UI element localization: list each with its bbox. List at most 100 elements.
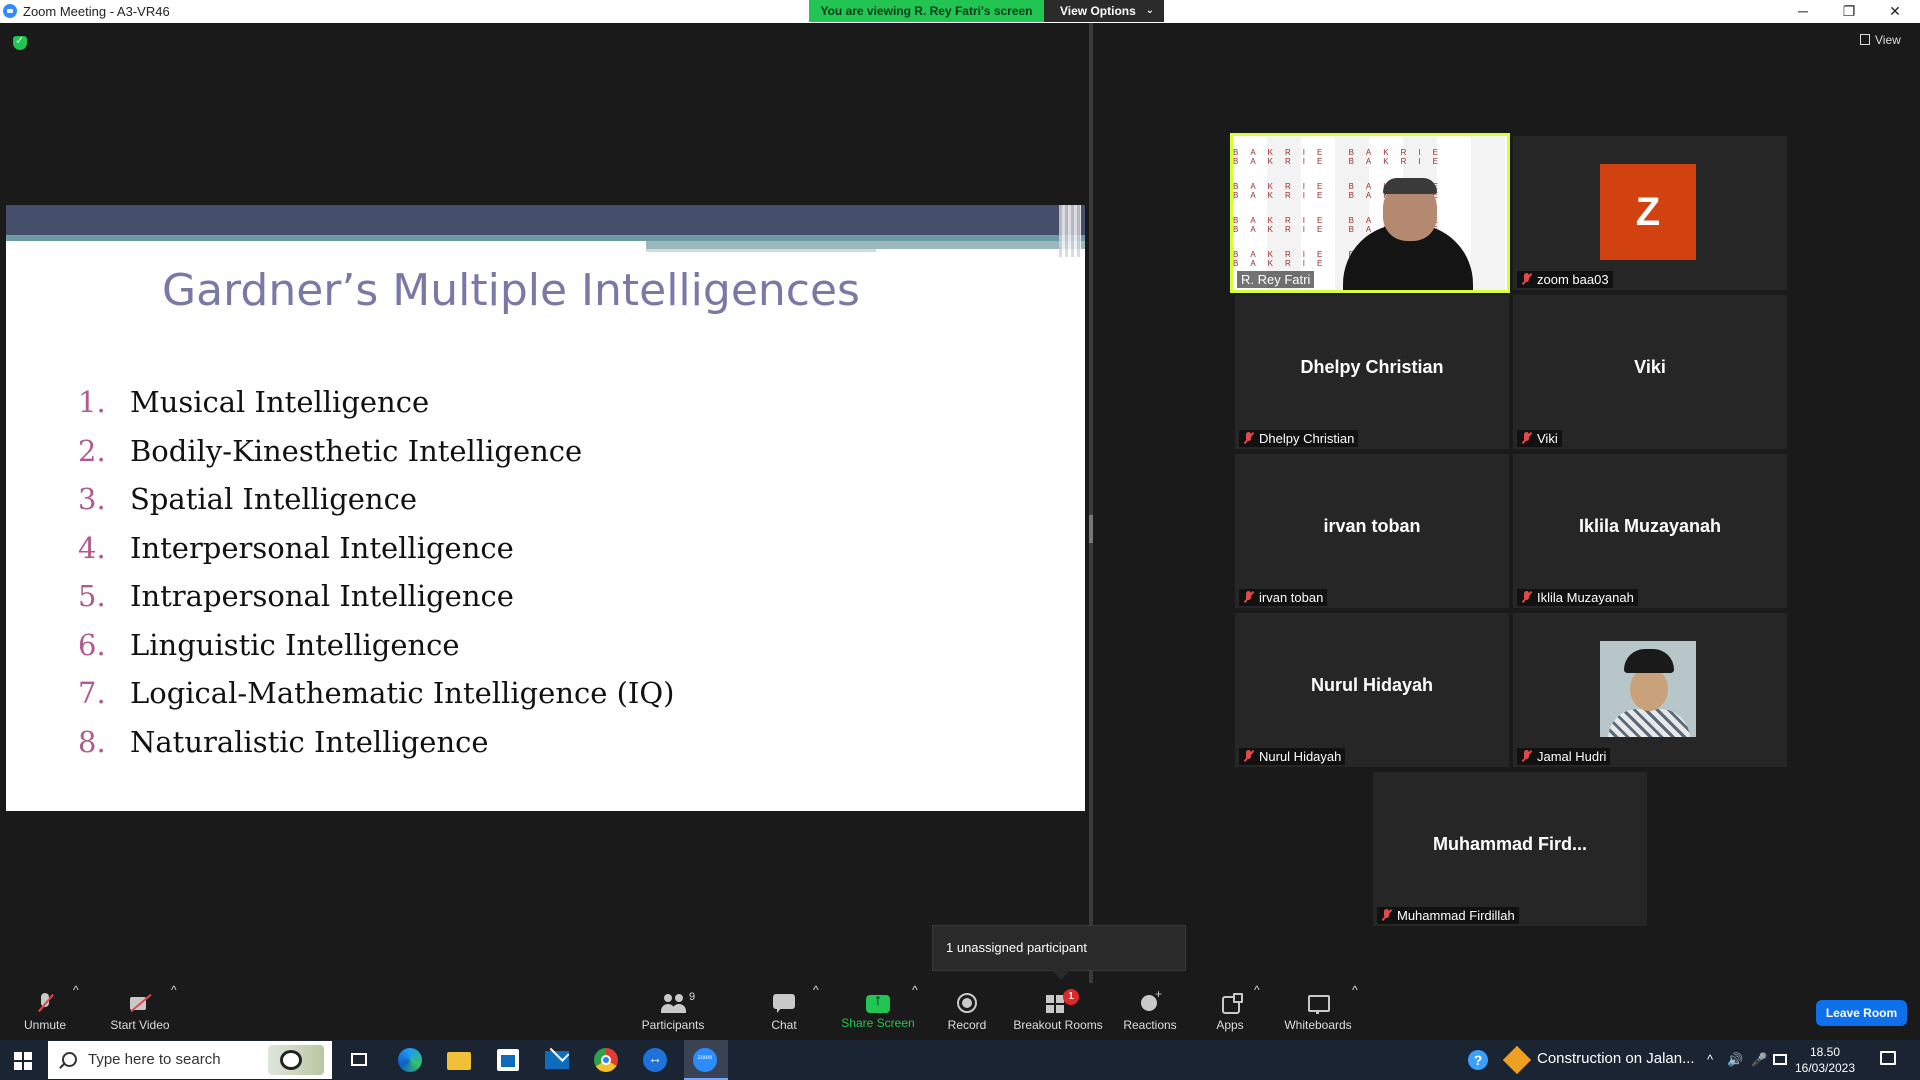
audio-options-caret[interactable]: ^ xyxy=(73,983,79,1040)
list-text: Interpersonal Intelligence xyxy=(130,530,514,565)
apps-options-caret[interactable]: ^ xyxy=(1254,983,1260,1040)
chat-options-caret[interactable]: ^ xyxy=(813,983,819,1040)
whiteboards-button[interactable]: Whiteboards xyxy=(1282,983,1354,1040)
video-tile-rey-fatri[interactable]: BAKRIE BAKRIE BAKRIE BAKRIE BAKRIE BAKRI… xyxy=(1230,133,1510,293)
minimize-button[interactable]: ─ xyxy=(1780,0,1826,23)
notification-center-icon[interactable] xyxy=(1880,1051,1896,1065)
slide-header-band xyxy=(646,249,876,252)
edge-browser-icon[interactable] xyxy=(398,1048,422,1072)
list-number: 4. xyxy=(78,530,106,565)
record-button[interactable]: Record xyxy=(942,983,992,1040)
video-tile-dhelpy-christian[interactable]: Dhelpy Christian Dhelpy Christian xyxy=(1235,295,1509,449)
chrome-icon[interactable] xyxy=(594,1048,618,1072)
participant-display-name: Nurul Hidayah xyxy=(1310,675,1434,695)
search-highlight-image xyxy=(268,1045,324,1075)
video-tile-iklila-muzayanah[interactable]: Iklila Muzayanah Iklila Muzayanah xyxy=(1513,454,1787,608)
clock-time: 18.50 xyxy=(1809,1045,1841,1059)
reactions-button[interactable]: Reactions xyxy=(1120,983,1180,1040)
file-explorer-icon[interactable] xyxy=(447,1052,471,1070)
muted-mic-icon xyxy=(1243,432,1255,444)
taskbar-clock[interactable]: 18.50 16/03/2023 xyxy=(1790,1044,1860,1076)
notification-badge: 1 xyxy=(1063,989,1079,1005)
slide-decoration xyxy=(1059,205,1081,257)
unmute-button[interactable]: Unmute xyxy=(15,983,75,1040)
slide-list-item: 1. Musical Intelligence xyxy=(78,385,674,434)
video-off-icon xyxy=(128,993,152,1015)
list-number: 8. xyxy=(78,724,106,759)
video-tile-jamal-hudri[interactable]: Jamal Hudri xyxy=(1513,613,1787,767)
viewing-screen-banner: You are viewing R. Rey Fatri's screen xyxy=(809,0,1044,22)
taskbar-search-input[interactable]: Type here to search xyxy=(48,1041,332,1079)
task-view-icon[interactable] xyxy=(345,1046,375,1074)
list-text: Spatial Intelligence xyxy=(130,482,418,516)
video-tile-nurul-hidayah[interactable]: Nurul Hidayah Nurul Hidayah xyxy=(1235,613,1509,767)
volume-icon[interactable]: 🔊 xyxy=(1727,1052,1743,1068)
apps-button[interactable]: Apps xyxy=(1210,983,1250,1040)
search-placeholder: Type here to search xyxy=(88,1051,221,1068)
list-text: Intrapersonal Intelligence xyxy=(130,579,514,613)
leave-room-button[interactable]: Leave Room xyxy=(1816,1000,1907,1026)
profile-photo xyxy=(1600,641,1696,737)
muted-mic-icon xyxy=(33,993,57,1015)
teamviewer-icon[interactable] xyxy=(643,1048,667,1072)
breakout-rooms-icon: 1 xyxy=(1046,989,1079,1015)
list-number: 2. xyxy=(78,433,106,468)
window-title-bar: Zoom Meeting - A3-VR46 You are viewing R… xyxy=(0,0,1920,23)
video-tile-irvan-toban[interactable]: irvan toban irvan toban xyxy=(1235,454,1509,608)
background-logo-row: BAKRIE BAKRIE BAKRIE BAKRIE xyxy=(1233,182,1438,200)
microsoft-store-icon[interactable] xyxy=(497,1049,519,1071)
slide-list-item: 8. Naturalistic Intelligence xyxy=(78,725,674,774)
slide-list: 1. Musical Intelligence 2. Bodily-Kinesthe… xyxy=(78,385,674,773)
list-number: 3. xyxy=(78,482,106,516)
view-button[interactable]: View xyxy=(1860,33,1901,47)
zoom-taskbar-icon[interactable] xyxy=(693,1048,717,1072)
mail-icon[interactable] xyxy=(545,1051,569,1069)
close-button[interactable]: ✕ xyxy=(1872,0,1918,23)
news-widget-text[interactable]: Construction on Jalan... xyxy=(1537,1050,1695,1067)
chat-button[interactable]: Chat xyxy=(764,983,804,1040)
video-tile-muhammad-firdillah[interactable]: Muhammad Fird... Muhammad Firdillah xyxy=(1373,772,1647,926)
network-icon[interactable] xyxy=(1773,1054,1787,1065)
share-screen-button[interactable]: Share Screen xyxy=(838,983,918,1040)
avatar: Z xyxy=(1600,164,1696,260)
view-options-button[interactable]: View Options ⌄ xyxy=(1044,0,1164,22)
participant-display-name: Viki xyxy=(1634,357,1666,377)
chevron-down-icon: ⌄ xyxy=(1145,5,1154,16)
muted-mic-icon xyxy=(1521,750,1533,762)
list-number: 1. xyxy=(78,385,106,419)
muted-mic-icon xyxy=(1243,591,1255,603)
participant-name-label: Nurul Hidayah xyxy=(1239,748,1346,765)
background-logo-row: BAKRIE BAKRIE BAKRIE BAKRIE xyxy=(1233,148,1450,166)
search-icon xyxy=(62,1052,77,1067)
help-icon[interactable]: ? xyxy=(1468,1050,1488,1070)
view-button-label: View xyxy=(1875,33,1901,47)
list-text: Musical Intelligence xyxy=(130,385,430,419)
slide-header-band xyxy=(6,205,1085,235)
list-text: Naturalistic Intelligence xyxy=(130,724,489,759)
list-number: 7. xyxy=(78,676,106,710)
windows-start-button[interactable] xyxy=(14,1052,32,1070)
video-tile-viki[interactable]: Viki Viki xyxy=(1513,295,1787,449)
list-text: Bodily-Kinesthetic Intelligence xyxy=(130,433,583,468)
participant-display-name: Muhammad Fird... xyxy=(1432,834,1587,854)
share-screen-icon xyxy=(866,992,890,1013)
participant-name-label: Dhelpy Christian xyxy=(1239,430,1359,447)
tray-chevron-up-icon[interactable]: ^ xyxy=(1707,1052,1713,1067)
share-options-caret[interactable]: ^ xyxy=(912,983,918,1040)
breakout-tooltip: 1 unassigned participant xyxy=(932,925,1186,971)
video-tile-zoom-baa03[interactable]: Z zoom baa03 xyxy=(1513,136,1787,290)
slide-header-band xyxy=(646,241,1085,249)
breakout-rooms-button[interactable]: 1 Breakout Rooms xyxy=(1013,983,1103,1040)
restore-button[interactable]: ❐ xyxy=(1826,0,1872,23)
traffic-warning-icon[interactable] xyxy=(1502,1045,1532,1075)
clock-date: 16/03/2023 xyxy=(1794,1061,1856,1075)
shield-icon[interactable] xyxy=(13,34,27,50)
microphone-icon[interactable]: 🎤 xyxy=(1751,1052,1767,1068)
gallery-view-icon xyxy=(1860,34,1870,45)
list-text: Logical-Mathematic Intelligence (IQ) xyxy=(130,676,675,710)
whiteboard-options-caret[interactable]: ^ xyxy=(1352,983,1358,1040)
start-video-button[interactable]: Start Video xyxy=(105,983,175,1040)
participants-button[interactable]: 9 Participants xyxy=(638,983,708,1040)
video-options-caret[interactable]: ^ xyxy=(171,983,177,1040)
participant-name-label: Muhammad Firdillah xyxy=(1377,907,1519,924)
